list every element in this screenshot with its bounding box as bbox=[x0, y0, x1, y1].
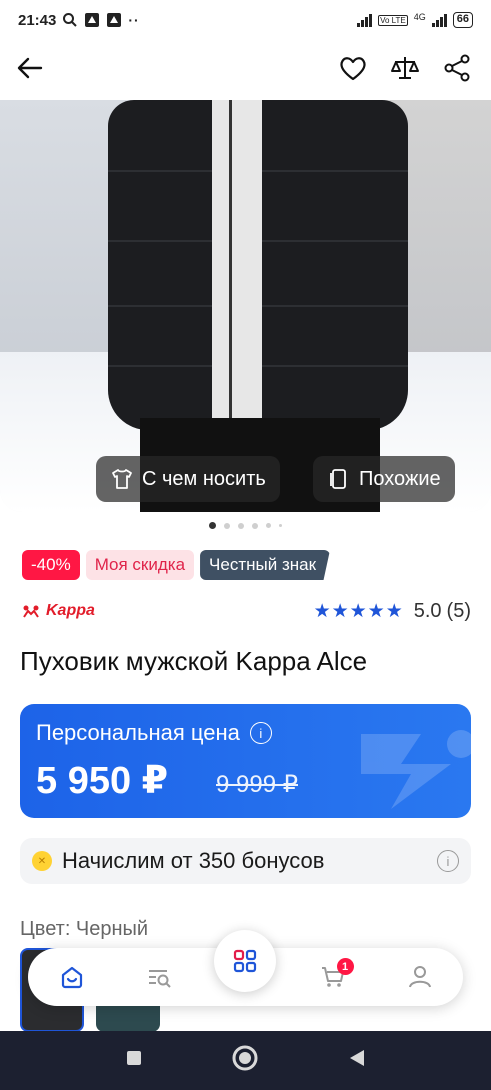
pager-dot bbox=[224, 522, 230, 529]
app-bar bbox=[0, 40, 491, 96]
similar-button[interactable]: Похожие bbox=[313, 456, 455, 502]
brand-name: Kappa bbox=[46, 602, 95, 619]
search-list-icon bbox=[148, 970, 171, 988]
scales-icon bbox=[391, 57, 419, 79]
brand-rating-row: Kappa ★★★★★ 5.0 (5) bbox=[20, 596, 471, 626]
rating-count: (5) bbox=[446, 599, 471, 622]
brand-logo[interactable]: Kappa bbox=[20, 602, 95, 620]
bonus-row[interactable]: ✕ Начислим от 350 бонусов i bbox=[20, 838, 471, 884]
compare-button[interactable] bbox=[385, 48, 425, 88]
system-navigation-bar bbox=[0, 1031, 491, 1090]
search-notification-icon bbox=[63, 13, 78, 27]
kappa-logo-icon bbox=[23, 605, 39, 618]
volte-icon: Vo LTE bbox=[378, 14, 408, 26]
recent-apps-button[interactable] bbox=[124, 1048, 144, 1073]
more-notifications-icon: ·· bbox=[128, 12, 140, 28]
bonus-text: Начислим от 350 бонусов bbox=[62, 848, 325, 873]
color-label: Цвет: Черный bbox=[20, 918, 149, 940]
home-system-button[interactable] bbox=[231, 1044, 259, 1077]
battery-icon: 66 bbox=[452, 12, 473, 28]
profile-icon bbox=[408, 966, 431, 988]
nav-home[interactable] bbox=[47, 952, 97, 1002]
tshirt-icon bbox=[112, 469, 132, 489]
signal-icon-2 bbox=[431, 13, 447, 27]
arrow-left-icon bbox=[17, 57, 43, 79]
current-price: 5 950 ₽ bbox=[36, 760, 169, 802]
screen: 21:43 ·· Vo LTE 4G 66 С чем носить Похож… bbox=[0, 0, 491, 1090]
favorite-button[interactable] bbox=[333, 48, 373, 88]
share-icon bbox=[444, 54, 470, 82]
square-icon bbox=[126, 1051, 141, 1065]
home-icon bbox=[61, 966, 82, 989]
carousel-pager bbox=[0, 522, 491, 529]
rating[interactable]: ★★★★★ 5.0 (5) bbox=[314, 600, 471, 623]
status-time: 21:43 bbox=[18, 11, 57, 29]
what-to-wear-button[interactable]: С чем носить bbox=[96, 456, 280, 502]
catalog-button[interactable] bbox=[214, 930, 276, 992]
back-button[interactable] bbox=[10, 48, 50, 88]
bonus-info-icon[interactable]: i bbox=[437, 850, 459, 872]
back-system-button[interactable] bbox=[347, 1048, 367, 1073]
pager-dot bbox=[279, 524, 282, 527]
signal-icon bbox=[357, 13, 373, 27]
catalog-icon bbox=[233, 949, 257, 973]
what-to-wear-label: С чем носить bbox=[142, 467, 266, 490]
bonus-coin-icon: ✕ bbox=[32, 851, 52, 871]
pager-dot bbox=[252, 522, 258, 529]
pager-dot bbox=[209, 522, 216, 529]
discount-badge: -40% bbox=[22, 550, 80, 580]
network-type: 4G bbox=[413, 12, 426, 22]
status-bar: 21:43 ·· Vo LTE 4G 66 bbox=[0, 0, 491, 40]
pager-dot bbox=[238, 522, 244, 529]
pager-dot bbox=[266, 523, 271, 528]
product-title: Пуховик мужской Kappa Alce bbox=[20, 646, 368, 676]
circle-icon bbox=[232, 1045, 258, 1071]
nav-cart[interactable]: 1 bbox=[308, 952, 358, 1002]
share-button[interactable] bbox=[437, 48, 477, 88]
price-label: Персональная цена bbox=[36, 720, 240, 745]
price-card[interactable]: Персональная цена i 5 950 ₽ 9 999 ₽ bbox=[20, 704, 471, 818]
old-price: 9 999 ₽ bbox=[216, 771, 298, 798]
nav-profile[interactable] bbox=[395, 952, 445, 1002]
cards-icon bbox=[330, 469, 346, 489]
app-notification-icon-2 bbox=[107, 13, 122, 27]
heart-icon bbox=[340, 57, 366, 81]
decorative-runner-icon bbox=[361, 730, 471, 809]
rating-value: 5.0 bbox=[413, 599, 442, 622]
my-discount-badge[interactable]: Моя скидка bbox=[85, 550, 195, 580]
cart-count-badge: 1 bbox=[336, 958, 354, 975]
app-notification-icon bbox=[85, 13, 100, 27]
similar-label: Похожие bbox=[359, 467, 441, 490]
rating-stars-icon: ★★★★★ bbox=[313, 600, 404, 622]
triangle-back-icon bbox=[350, 1050, 365, 1066]
price-info-icon[interactable]: i bbox=[249, 722, 272, 744]
honest-sign-badge[interactable]: Честный знак bbox=[200, 550, 331, 580]
badges-row: -40% Моя скидка Честный знак bbox=[22, 550, 331, 580]
nav-search[interactable] bbox=[134, 952, 184, 1002]
product-image-carousel[interactable]: С чем носить Похожие bbox=[0, 100, 491, 512]
